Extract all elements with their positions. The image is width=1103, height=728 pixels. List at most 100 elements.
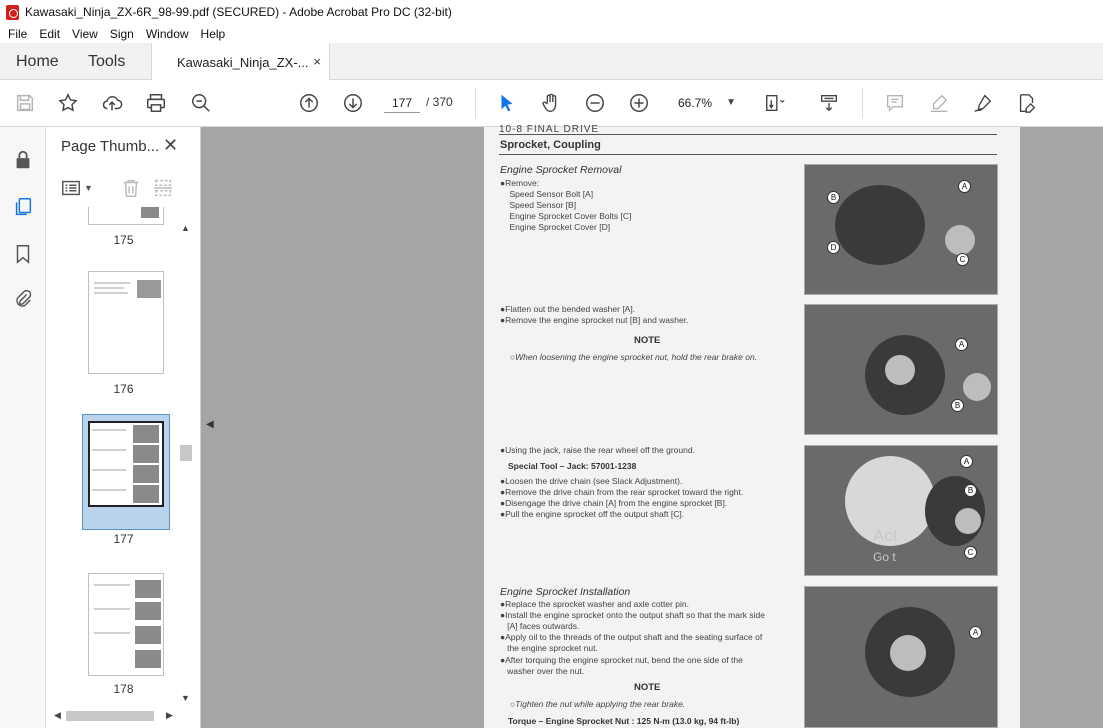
thumbnail-list: 175 176 177 178 [46, 207, 201, 709]
zoom-search-icon[interactable] [188, 90, 214, 116]
activation-watermark-sub: Go t [873, 550, 896, 564]
delete-trash-icon[interactable] [120, 175, 142, 201]
upload-cloud-icon[interactable] [99, 90, 125, 116]
installation-heading: Engine Sprocket Installation [500, 586, 631, 598]
menu-view[interactable]: View [72, 27, 98, 41]
text-line: ●Remove the drive chain from the rear sp… [500, 487, 744, 497]
extract-pages-icon[interactable] [152, 175, 174, 201]
special-tool-text: Special Tool – Jack: 57001-1238 [508, 461, 637, 471]
thumbnail-options-icon[interactable]: ▼ [60, 175, 93, 201]
text-line: Engine Sprocket Cover Bolts [C] [500, 211, 632, 221]
text-line: Engine Sprocket Cover [D] [500, 222, 611, 232]
save-icon[interactable] [12, 90, 38, 116]
document-view[interactable]: ◀ 10-8 FINAL DRIVE Sprocket, Coupling En… [201, 124, 1103, 728]
text-line: ●Loosen the drive chain (see Slack Adjus… [500, 476, 683, 486]
comment-icon[interactable] [882, 90, 908, 116]
note-title: NOTE [634, 682, 661, 693]
title-bar: Kawasaki_Ninja_ZX-6R_98-99.pdf (SECURED)… [0, 0, 1103, 24]
page-thumbnail-label: 175 [113, 233, 134, 247]
select-cursor-icon[interactable] [494, 90, 520, 116]
chevron-down-icon: ▼ [84, 183, 93, 193]
chevron-down-icon: ▼ [726, 97, 736, 108]
menu-help[interactable]: Help [201, 27, 226, 41]
sprocket-install-photo: A [804, 586, 998, 728]
close-panel-icon[interactable]: ✕ [163, 135, 178, 156]
toolbar: 177 / 370 66.7% ▼ [0, 80, 1103, 127]
redact-edit-icon[interactable] [1014, 90, 1040, 116]
left-nav-rail [0, 127, 46, 728]
torque-spec: Torque – Engine Sprocket Nut : 125 N-m (… [508, 716, 740, 726]
collapse-panel-icon[interactable]: ◀ [206, 419, 214, 430]
hand-tool-icon[interactable] [538, 90, 564, 116]
callout-label: D [827, 241, 840, 254]
text-line: ●Apply oil to the threads of the output … [500, 632, 763, 642]
note-text: ○When loosening the engine sprocket nut,… [510, 352, 758, 362]
callout-label: B [827, 191, 840, 204]
scrollbar-thumb[interactable] [180, 445, 192, 461]
text-line: ●Disengage the drive chain [A] from the … [500, 498, 728, 508]
callout-label: C [964, 546, 977, 559]
attachment-paperclip-icon[interactable] [10, 287, 36, 313]
highlight-pen-icon[interactable] [926, 90, 952, 116]
scroll-left-icon[interactable]: ◀ [54, 710, 61, 721]
divider [499, 154, 997, 155]
tab-document[interactable]: Kawasaki_Ninja_ZX-... × [151, 43, 330, 81]
selected-page-thumbnail[interactable] [82, 414, 170, 530]
text-line: ●Install the engine sprocket onto the ou… [500, 610, 766, 620]
previous-page-icon[interactable] [296, 90, 322, 116]
activation-watermark: Act [873, 526, 898, 545]
close-tab-icon[interactable]: × [313, 54, 321, 69]
page-thumbnail-label: 176 [113, 382, 134, 396]
sign-pen-icon[interactable] [970, 90, 996, 116]
toolbar-divider [475, 88, 476, 118]
tab-document-label: Kawasaki_Ninja_ZX-... [177, 54, 309, 70]
callout-label: A [958, 180, 971, 193]
zoom-level-value: 66.7% [678, 96, 713, 110]
page-thumbnail-label: 178 [113, 682, 134, 696]
callout-label: C [956, 253, 969, 266]
scrollbar-thumb[interactable] [66, 711, 154, 721]
page-thumbnails-icon[interactable] [10, 194, 36, 220]
callout-label: A [960, 455, 973, 468]
bookmark-icon[interactable] [10, 241, 36, 267]
menu-window[interactable]: Window [146, 27, 189, 41]
text-line: ●Pull the engine sprocket off the output… [500, 509, 685, 519]
scroll-mode-icon[interactable] [816, 90, 842, 116]
next-page-icon[interactable] [340, 90, 366, 116]
current-page-input[interactable]: 177 [384, 93, 420, 113]
scroll-up-icon[interactable]: ▲ [181, 223, 190, 233]
divider [499, 134, 997, 135]
text-line: ●After torquing the engine sprocket nut,… [500, 655, 743, 665]
page-thumbnail-label: 177 [113, 532, 134, 546]
text-line: ●Flatten out the bended washer [A]. [500, 304, 636, 314]
callout-label: A [969, 626, 982, 639]
removal-heading: Engine Sprocket Removal [500, 164, 622, 176]
menu-file[interactable]: File [8, 27, 27, 41]
menu-bar: File Edit View Sign Window Help [0, 24, 1103, 43]
scroll-down-icon[interactable]: ▼ [181, 693, 190, 703]
tab-tools[interactable]: Tools [88, 53, 125, 71]
lock-icon[interactable] [10, 147, 36, 173]
tab-home[interactable]: Home [16, 53, 59, 71]
callout-label: A [955, 338, 968, 351]
zoom-out-icon[interactable] [582, 90, 608, 116]
thumbnail-vertical-scrollbar[interactable]: ▲ ▼ [179, 219, 193, 709]
page-thumbnail[interactable] [88, 207, 164, 225]
page-thumbnail[interactable] [88, 271, 164, 374]
text-line: Speed Sensor Bolt [A] [500, 189, 594, 199]
menu-sign[interactable]: Sign [110, 27, 134, 41]
zoom-in-icon[interactable] [626, 90, 652, 116]
menu-edit[interactable]: Edit [39, 27, 60, 41]
section-title: Sprocket, Coupling [500, 139, 601, 151]
sprocket-cover-photo: B A D C [804, 164, 998, 295]
scroll-right-icon[interactable]: ▶ [166, 710, 173, 721]
thumbnail-horizontal-scrollbar[interactable]: ◀ ▶ [54, 710, 180, 722]
bookmark-star-icon[interactable] [55, 90, 81, 116]
print-icon[interactable] [143, 90, 169, 116]
page-total: / 370 [426, 95, 453, 109]
page-thumbnail[interactable] [88, 573, 164, 676]
callout-label: B [964, 484, 977, 497]
page-fit-icon[interactable] [762, 90, 788, 116]
zoom-level-select[interactable]: 66.7% ▼ [670, 93, 740, 113]
pdf-page: 10-8 FINAL DRIVE Sprocket, Coupling Engi… [484, 124, 1020, 728]
